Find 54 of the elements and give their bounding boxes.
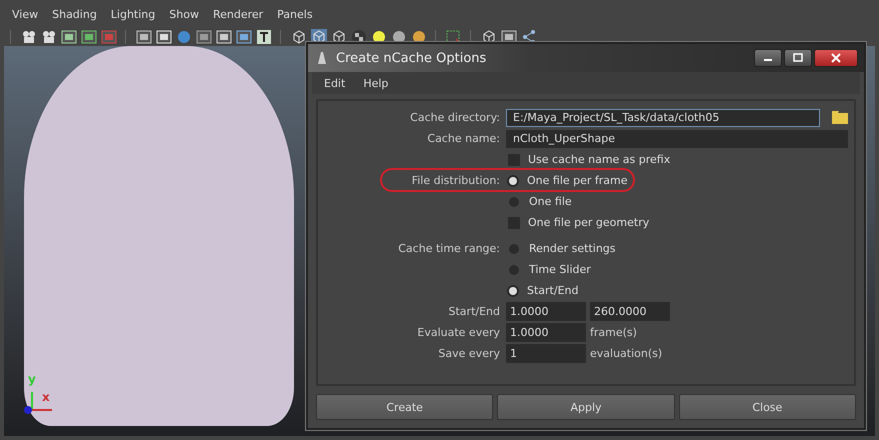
checkbox[interactable] [508,154,520,166]
close-button[interactable] [814,49,858,67]
maximize-icon [793,53,803,63]
window-title: Create nCache Options [336,50,486,66]
radio-button[interactable] [509,264,519,274]
dialog-button[interactable]: Create [316,394,494,420]
minimize-button[interactable] [754,49,782,67]
number-field[interactable]: 1 [506,344,586,363]
text-field[interactable]: nCloth_UperShape [506,130,848,148]
radio-button[interactable] [509,196,519,206]
menu-item[interactable]: View [12,8,38,20]
dialog-button[interactable]: Apply [497,394,675,420]
option-label: One file [529,195,572,208]
folder-icon[interactable] [832,111,848,124]
menu-item[interactable]: Shading [52,8,97,20]
option-label: Use cache name as prefix [528,153,670,166]
axis-label: x [42,390,50,404]
field-label: Evaluate every [417,326,500,339]
menu-item[interactable]: Edit [324,76,346,90]
axis-label: y [28,372,36,386]
number-field[interactable]: 1.0000 [506,323,586,342]
field-label: Cache name: [427,132,500,145]
option-label: Render settings [529,242,616,255]
menu-item[interactable]: Show [169,8,199,20]
field-label: Cache time range: [398,242,500,255]
cube-icon[interactable] [291,29,307,45]
camera-icon[interactable] [21,29,37,45]
menu-item[interactable]: Help [363,76,388,90]
close-icon [831,53,841,63]
field-label: Save every [438,347,500,360]
field-label: File distribution: [412,174,500,187]
field-label: Start/End [448,305,500,318]
number-field[interactable]: 1.0000 [506,302,586,321]
checkbox[interactable] [508,216,520,228]
maximize-button[interactable] [784,49,812,67]
menu-item[interactable]: Lighting [110,8,156,20]
text-icon[interactable] [256,29,272,45]
dialog-button[interactable]: Close [678,394,856,420]
option-label: Time Slider [529,263,591,276]
radio-button[interactable] [509,176,517,184]
app-icon [316,51,328,65]
unit-label: evaluation(s) [590,347,662,360]
field-label: Cache directory: [410,111,500,124]
text-field[interactable]: E:/Maya_Project/SL_Task/data/cloth05 [506,108,820,126]
menu-item[interactable]: Panels [277,8,313,20]
camera-icon[interactable] [41,29,57,45]
option-label: Start/End [527,284,578,297]
option-label: One file per frame [527,174,628,187]
option-label: One file per geometry [528,216,650,229]
number-field[interactable]: 260.0000 [590,302,670,321]
radio-button[interactable] [509,244,519,254]
radio-button[interactable] [509,286,517,294]
unit-label: frame(s) [590,326,637,339]
menu-item[interactable]: Renderer [212,8,264,20]
